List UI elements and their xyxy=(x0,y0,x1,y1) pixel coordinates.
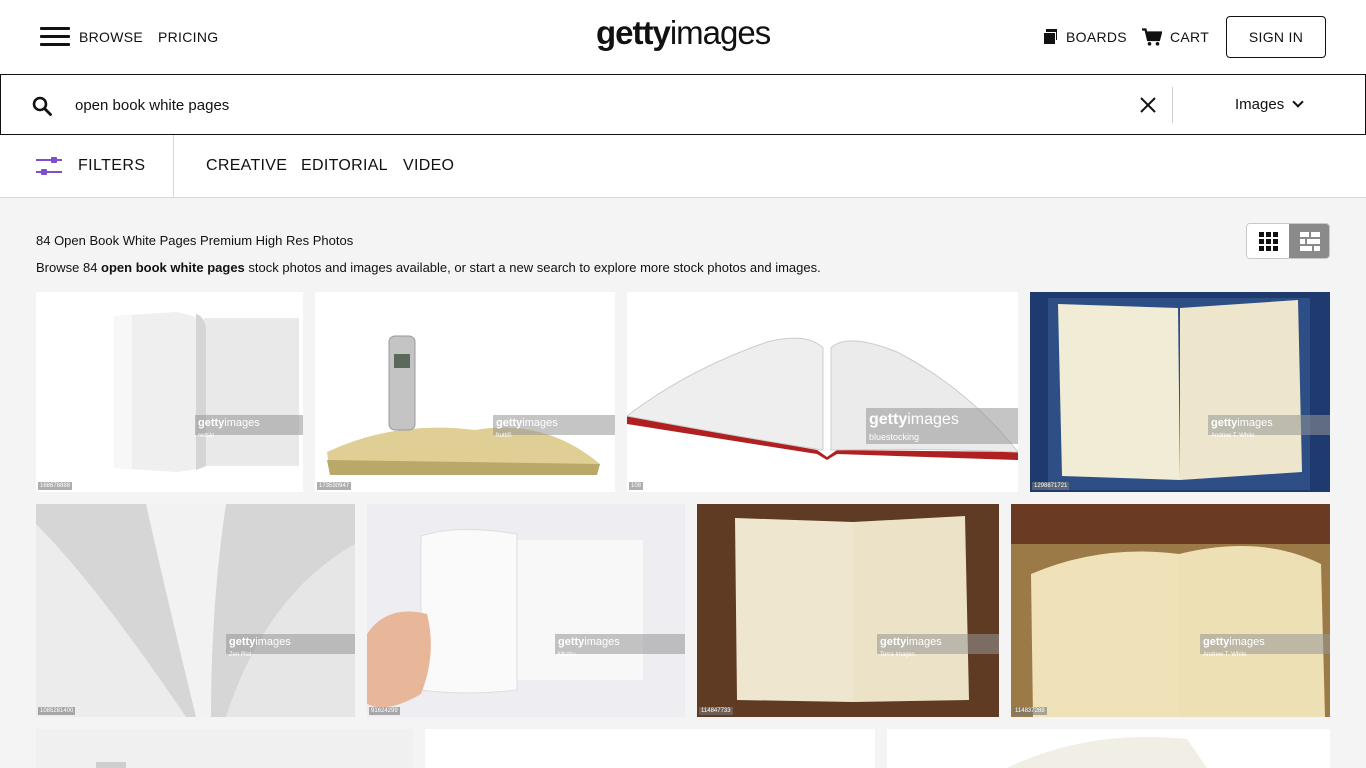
media-type-dropdown[interactable]: Images xyxy=(1235,96,1304,113)
top-header: BROWSE PRICING gettyimages BOARDS CART S… xyxy=(0,0,1366,74)
filters-button[interactable]: FILTERS xyxy=(0,135,174,197)
watermark: gettyimages bluestocking xyxy=(866,408,1018,444)
watermark-brand-rest: images xyxy=(522,417,558,429)
results-description: Browse 84 open book white pages stock ph… xyxy=(36,260,821,275)
image-id: 114837288 xyxy=(1013,707,1047,715)
image-tile[interactable] xyxy=(887,729,1330,768)
image-tile[interactable] xyxy=(36,729,413,768)
search-input[interactable] xyxy=(75,92,1115,118)
watermark: gettyimages fruttiS xyxy=(493,415,615,439)
image-id: 168678888 xyxy=(38,482,73,490)
logo-light-text: images xyxy=(669,14,771,51)
image-tile[interactable]: gettyimages Mkzhu 91624299 xyxy=(367,504,685,717)
filters-label: FILTERS xyxy=(78,157,146,174)
watermark-brand-rest: images xyxy=(907,411,959,428)
photo-credit: Mkzhu xyxy=(558,652,576,658)
image-id: 108 xyxy=(629,482,644,490)
photo-credit: fruttiS xyxy=(496,433,512,439)
open-book-on-wood-photo xyxy=(697,504,999,717)
grid-view-button[interactable] xyxy=(1247,224,1289,258)
photo-credit: bluestocking xyxy=(869,432,920,442)
image-tile[interactable]: gettyimages Zen Rial 1085281400 xyxy=(36,504,355,717)
watermark-brand-rest: images xyxy=(906,636,942,648)
image-tile[interactable]: gettyimages Andrew T. White 114837288 xyxy=(1011,504,1330,717)
watermark-brand: getty xyxy=(1211,417,1238,429)
tab-video[interactable]: VIDEO xyxy=(403,157,454,175)
image-tile[interactable]: gettyimages Terra Images 114847733 xyxy=(697,504,999,717)
tab-editorial[interactable]: EDITORIAL xyxy=(301,157,388,175)
watermark-brand-rest: images xyxy=(1229,636,1265,648)
watermark-brand-rest: images xyxy=(584,636,620,648)
boards-icon[interactable] xyxy=(1043,29,1057,45)
watermark: gettyimages Zen Rial xyxy=(226,634,355,658)
photo-credit: redslo xyxy=(198,433,215,439)
photo-credit: Andrew T. White xyxy=(1211,433,1255,439)
mosaic-view-icon xyxy=(1300,232,1320,251)
tab-creative[interactable]: CREATIVE xyxy=(206,157,287,175)
grid-view-icon xyxy=(1259,232,1278,251)
filter-bar: FILTERS CREATIVE EDITORIAL VIDEO xyxy=(0,135,1366,198)
mosaic-view-button[interactable] xyxy=(1289,224,1329,258)
book-cover-photo xyxy=(114,312,299,472)
partial-book-photo xyxy=(1007,736,1207,768)
image-id: 173530947 xyxy=(317,482,352,490)
image-tile[interactable]: gettyimages redslo 168678888 xyxy=(36,292,303,492)
pricing-link[interactable]: PRICING xyxy=(158,29,218,45)
watermark-brand-rest: images xyxy=(255,636,291,648)
antique-book-photo xyxy=(1011,504,1330,717)
open-book-red-cover-photo xyxy=(627,337,1018,460)
results-desc-query: open book white pages xyxy=(101,260,245,275)
results-title: 84 Open Book White Pages Premium High Re… xyxy=(36,233,354,248)
photo-credit: Terra Images xyxy=(880,652,916,658)
image-id: 91624299 xyxy=(369,707,400,715)
search-divider xyxy=(1172,87,1173,123)
hamburger-menu-icon[interactable] xyxy=(40,26,70,48)
image-id: 114847733 xyxy=(699,707,733,715)
logo-bold-text: getty xyxy=(596,14,671,51)
chevron-down-icon xyxy=(1292,96,1304,108)
image-tile[interactable]: gettyimages Andrew T. White 1298871721 xyxy=(1030,292,1330,492)
photo-credit: Zen Rial xyxy=(229,652,252,658)
search-bar: Images xyxy=(0,74,1366,135)
watermark-brand: getty xyxy=(198,417,225,429)
image-id: 1298871721 xyxy=(1032,482,1070,490)
cart-link[interactable]: CART xyxy=(1170,29,1209,45)
results-desc-suffix: stock photos and images available, or st… xyxy=(244,260,821,275)
old-book-blue-cover-photo xyxy=(1048,298,1310,490)
fanned-pages-photo xyxy=(36,504,355,717)
watermark-brand: getty xyxy=(229,636,256,648)
results-desc-prefix: Browse 84 xyxy=(36,260,102,275)
watermark: gettyimages Andrew T. White xyxy=(1200,634,1330,658)
photo-credit: Andrew T. White xyxy=(1203,652,1247,658)
partial-book-photo xyxy=(96,762,126,768)
clear-search-icon[interactable] xyxy=(1139,96,1157,114)
getty-images-logo[interactable]: gettyimages xyxy=(596,14,771,52)
browse-link[interactable]: BROWSE xyxy=(79,29,143,45)
watermark-brand-rest: images xyxy=(1237,417,1273,429)
image-tile[interactable]: gettyimages bluestocking 108 xyxy=(627,292,1018,492)
sliders-icon xyxy=(36,157,62,175)
watermark-brand: getty xyxy=(1203,636,1230,648)
watermark-brand: getty xyxy=(880,636,907,648)
watermark: gettyimages Mkzhu xyxy=(555,634,685,658)
image-tile[interactable]: gettyimages fruttiS 173530947 xyxy=(315,292,615,492)
watermark: gettyimages Andrew T. White xyxy=(1208,415,1330,439)
image-tile[interactable] xyxy=(425,729,875,768)
boards-link[interactable]: BOARDS xyxy=(1066,29,1127,45)
hand-holding-book-photo xyxy=(367,529,643,708)
watermark-brand: getty xyxy=(558,636,585,648)
watermark-brand-rest: images xyxy=(224,417,260,429)
media-type-label: Images xyxy=(1235,96,1285,113)
phone-on-book-photo xyxy=(327,335,600,475)
watermark: gettyimages redslo xyxy=(195,415,303,439)
watermark-brand: getty xyxy=(869,411,908,428)
view-toggle xyxy=(1246,223,1330,259)
sign-in-button[interactable]: SIGN IN xyxy=(1226,16,1326,58)
cart-icon[interactable] xyxy=(1142,28,1162,46)
search-icon[interactable] xyxy=(32,96,52,116)
image-id: 1085281400 xyxy=(38,707,76,715)
watermark: gettyimages Terra Images xyxy=(877,634,999,658)
watermark-brand: getty xyxy=(496,417,523,429)
